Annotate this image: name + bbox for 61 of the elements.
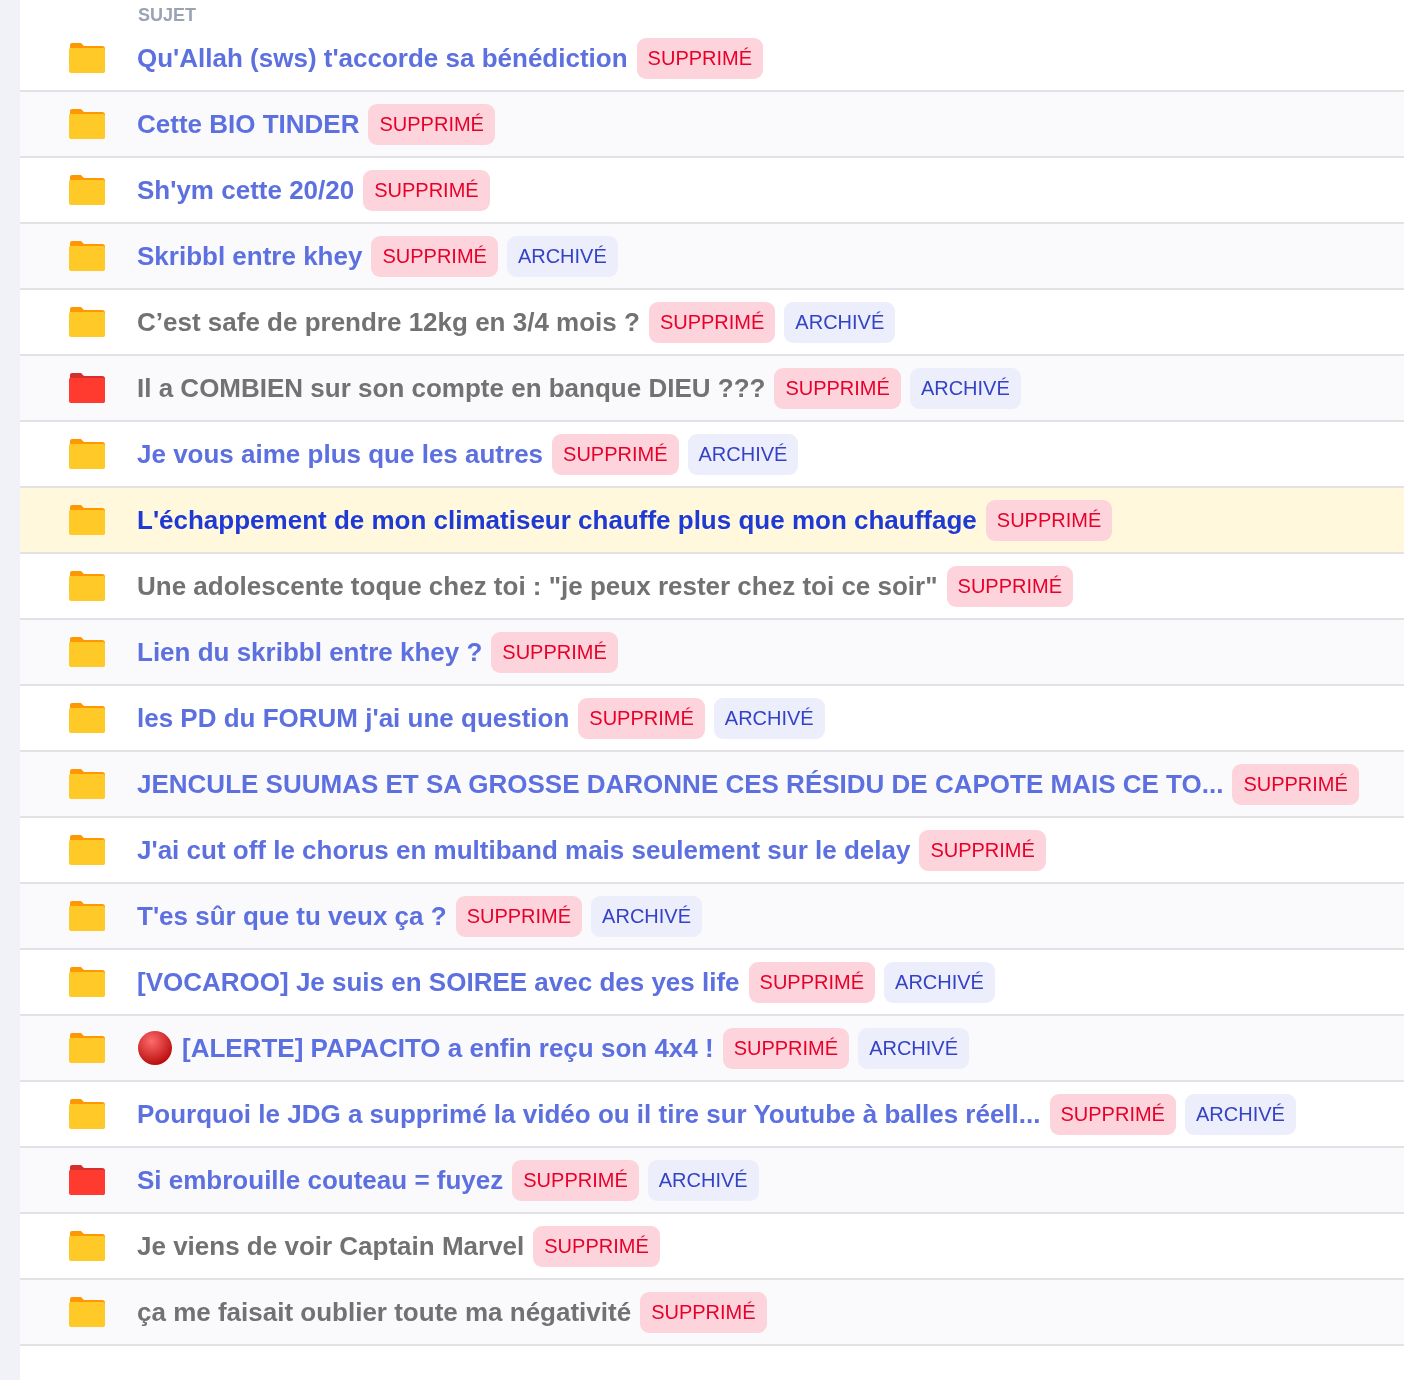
topic-link[interactable]: J'ai cut off le chorus en multiband mais seulement sur le delay xyxy=(137,830,911,870)
status-badge: SUPPRIMÉ xyxy=(1232,763,1359,805)
status-badge: SUPPRIMÉ xyxy=(512,1159,639,1201)
topic-link[interactable]: C’est safe de prendre 12kg en 3/4 mois ? xyxy=(137,302,640,342)
status-badge: SUPPRIMÉ xyxy=(455,895,583,937)
topic-link[interactable]: JENCULE SUUMAS ET SA GROSSE DARONNE CES RÉSIDU DE CAPOTE MAIS CE TO... xyxy=(137,764,1224,804)
topic-row[interactable]: JENCULE SUUMAS ET SA GROSSE DARONNE CES RÉSIDU DE CAPOTE MAIS CE TO... SUPPRIMÉ xyxy=(20,752,1404,818)
topic-link[interactable]: Je viens de voir Captain Marvel xyxy=(137,1226,525,1266)
status-badge: SUPPRIMÉ xyxy=(371,235,498,277)
topic-link[interactable]: ça me faisait oublier toute ma négativité xyxy=(137,1292,632,1332)
status-badge: SUPPRIMÉ xyxy=(946,565,1073,607)
topic-row[interactable]: Si embrouille couteau = fuyez SUPPRIMÉ ARCHIVÉ xyxy=(20,1148,1404,1214)
topic-row[interactable]: Skribbl entre khey SUPPRIMÉ ARCHIVÉ xyxy=(20,224,1404,290)
status-badge: SUPPRIMÉ xyxy=(1049,1093,1176,1135)
topic-row[interactable]: ça me faisait oublier toute ma négativité SUPPRIMÉ xyxy=(20,1280,1404,1346)
status-badge: SUPPRIMÉ xyxy=(648,301,776,343)
topic-link[interactable]: T'es sûr que tu veux ça ? xyxy=(137,896,447,936)
topic-link[interactable]: Je vous aime plus que les autres xyxy=(137,434,544,474)
status-badge: SUPPRIMÉ xyxy=(491,631,618,673)
status-badge: ARCHIVÉ xyxy=(909,367,1021,409)
topic-link[interactable]: Cette BIO TINDER xyxy=(137,104,360,144)
topic-link[interactable]: L'échappement de mon climatiseur chauffe plus que mon chauffage xyxy=(137,500,977,540)
topic-row[interactable]: Lien du skribbl entre khey ? SUPPRIMÉ xyxy=(20,620,1404,686)
topic-link[interactable]: [VOCAROO] Je suis en SOIREE avec des yes life xyxy=(137,962,740,1002)
topic-row[interactable]: [ALERTE] PAPACITO a enfin reçu son 4x4 ! SUPPRIMÉ ARCHIVÉ xyxy=(20,1016,1404,1082)
topic-link[interactable]: Qu'Allah (sws) t'accorde sa bénédiction xyxy=(137,38,628,78)
status-badge: ARCHIVÉ xyxy=(884,961,995,1003)
status-badge: SUPPRIMÉ xyxy=(919,829,1046,871)
topic-link[interactable]: [ALERTE] PAPACITO a enfin reçu son 4x4 ! xyxy=(182,1028,714,1068)
status-badge: SUPPRIMÉ xyxy=(636,37,764,79)
status-badge: ARCHIVÉ xyxy=(784,301,896,343)
status-badge: SUPPRIMÉ xyxy=(533,1225,660,1267)
topic-link[interactable]: Si embrouille couteau = fuyez xyxy=(137,1160,504,1200)
topic-link[interactable]: Une adolescente toque chez toi : "je peux rester chez toi ce soir" xyxy=(137,566,938,606)
status-badge: ARCHIVÉ xyxy=(858,1027,970,1069)
topic-row[interactable]: Il a COMBIEN sur son compte en banque DIEU ??? SUPPRIMÉ ARCHIVÉ xyxy=(20,356,1404,422)
status-badge: SUPPRIMÉ xyxy=(552,433,679,475)
topic-row[interactable]: Cette BIO TINDER SUPPRIMÉ xyxy=(20,92,1404,158)
status-badge: ARCHIVÉ xyxy=(506,235,618,277)
topic-link[interactable]: Sh'ym cette 20/20 xyxy=(137,170,355,210)
column-header: SUJET xyxy=(138,6,197,24)
status-badge: SUPPRIMÉ xyxy=(363,169,490,211)
topic-link[interactable]: les PD du FORUM j'ai une question xyxy=(137,698,570,738)
status-badge: SUPPRIMÉ xyxy=(368,103,495,145)
topic-link[interactable]: Il a COMBIEN sur son compte en banque DIEU ??? xyxy=(137,368,766,408)
status-badge: ARCHIVÉ xyxy=(1184,1093,1296,1135)
status-badge: ARCHIVÉ xyxy=(687,433,799,475)
status-badge: ARCHIVÉ xyxy=(647,1159,759,1201)
status-badge: SUPPRIMÉ xyxy=(722,1027,850,1069)
status-badge: ARCHIVÉ xyxy=(713,697,825,739)
status-badge: SUPPRIMÉ xyxy=(774,367,901,409)
topic-link[interactable]: Skribbl entre khey xyxy=(137,236,363,276)
topic-link[interactable]: Pourquoi le JDG a supprimé la vidéo ou il tire sur Youtube à balles réell... xyxy=(137,1094,1041,1134)
topic-row[interactable]: L'échappement de mon climatiseur chauffe plus que mon chauffage SUPPRIMÉ xyxy=(20,488,1404,554)
status-badge: SUPPRIMÉ xyxy=(748,961,876,1003)
status-badge: SUPPRIMÉ xyxy=(578,697,705,739)
topic-row[interactable]: T'es sûr que tu veux ça ? SUPPRIMÉ ARCHIVÉ xyxy=(20,884,1404,950)
status-badge: SUPPRIMÉ xyxy=(985,499,1113,541)
status-badge: SUPPRIMÉ xyxy=(640,1291,767,1333)
status-badge: ARCHIVÉ xyxy=(591,895,702,937)
topic-link[interactable]: Lien du skribbl entre khey ? xyxy=(137,632,483,672)
